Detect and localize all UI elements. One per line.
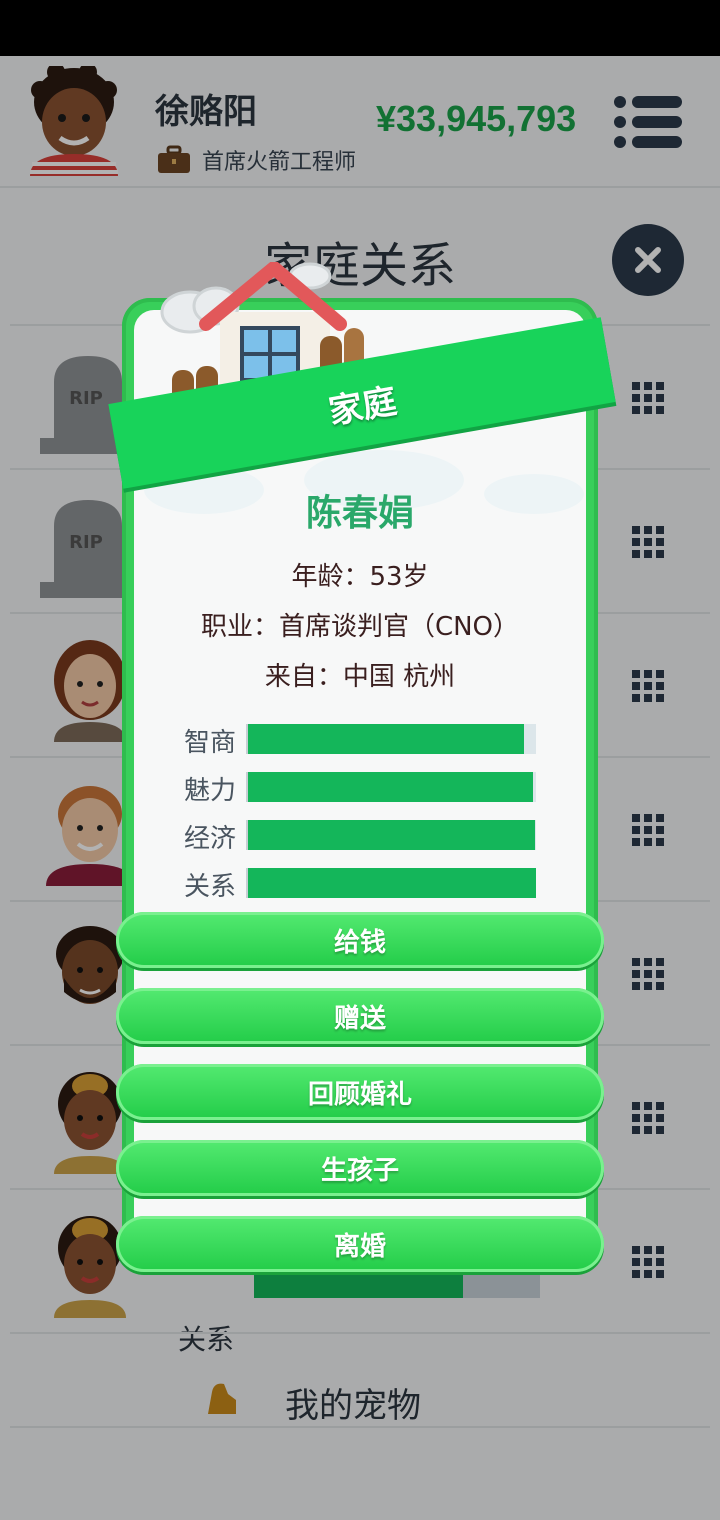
give-money-button[interactable]: 给钱 <box>116 912 604 968</box>
stat-fill <box>248 820 535 850</box>
person-origin: 来自：中国 杭州 <box>264 662 456 692</box>
stat-fill <box>248 772 534 802</box>
stat-row-iq: 智商 <box>180 720 540 758</box>
have-child-button[interactable]: 生孩子 <box>116 1140 604 1196</box>
stat-track <box>246 724 536 754</box>
stat-fill <box>248 868 536 898</box>
person-occupation: 职业：首席谈判官（CNO） <box>200 612 520 642</box>
stat-fill <box>248 724 525 754</box>
gift-button[interactable]: 赠送 <box>116 988 604 1044</box>
person-name: 陈春娟 <box>305 493 414 534</box>
stat-label: 经济 <box>184 824 237 854</box>
review-wedding-button[interactable]: 回顾婚礼 <box>116 1064 604 1120</box>
person-age: 年龄：53岁 <box>291 562 429 592</box>
stat-track <box>246 820 536 850</box>
stat-track <box>246 772 536 802</box>
divorce-button[interactable]: 离婚 <box>116 1216 604 1272</box>
stat-label: 智商 <box>184 728 237 758</box>
stat-label: 魅力 <box>184 776 237 806</box>
status-bar <box>0 0 720 56</box>
stat-row-economy: 经济 <box>180 816 540 854</box>
stat-label: 关系 <box>184 872 237 902</box>
stat-row-charm: 魅力 <box>180 768 540 806</box>
stat-row-relation: 关系 <box>180 864 540 902</box>
stat-track <box>246 868 536 898</box>
